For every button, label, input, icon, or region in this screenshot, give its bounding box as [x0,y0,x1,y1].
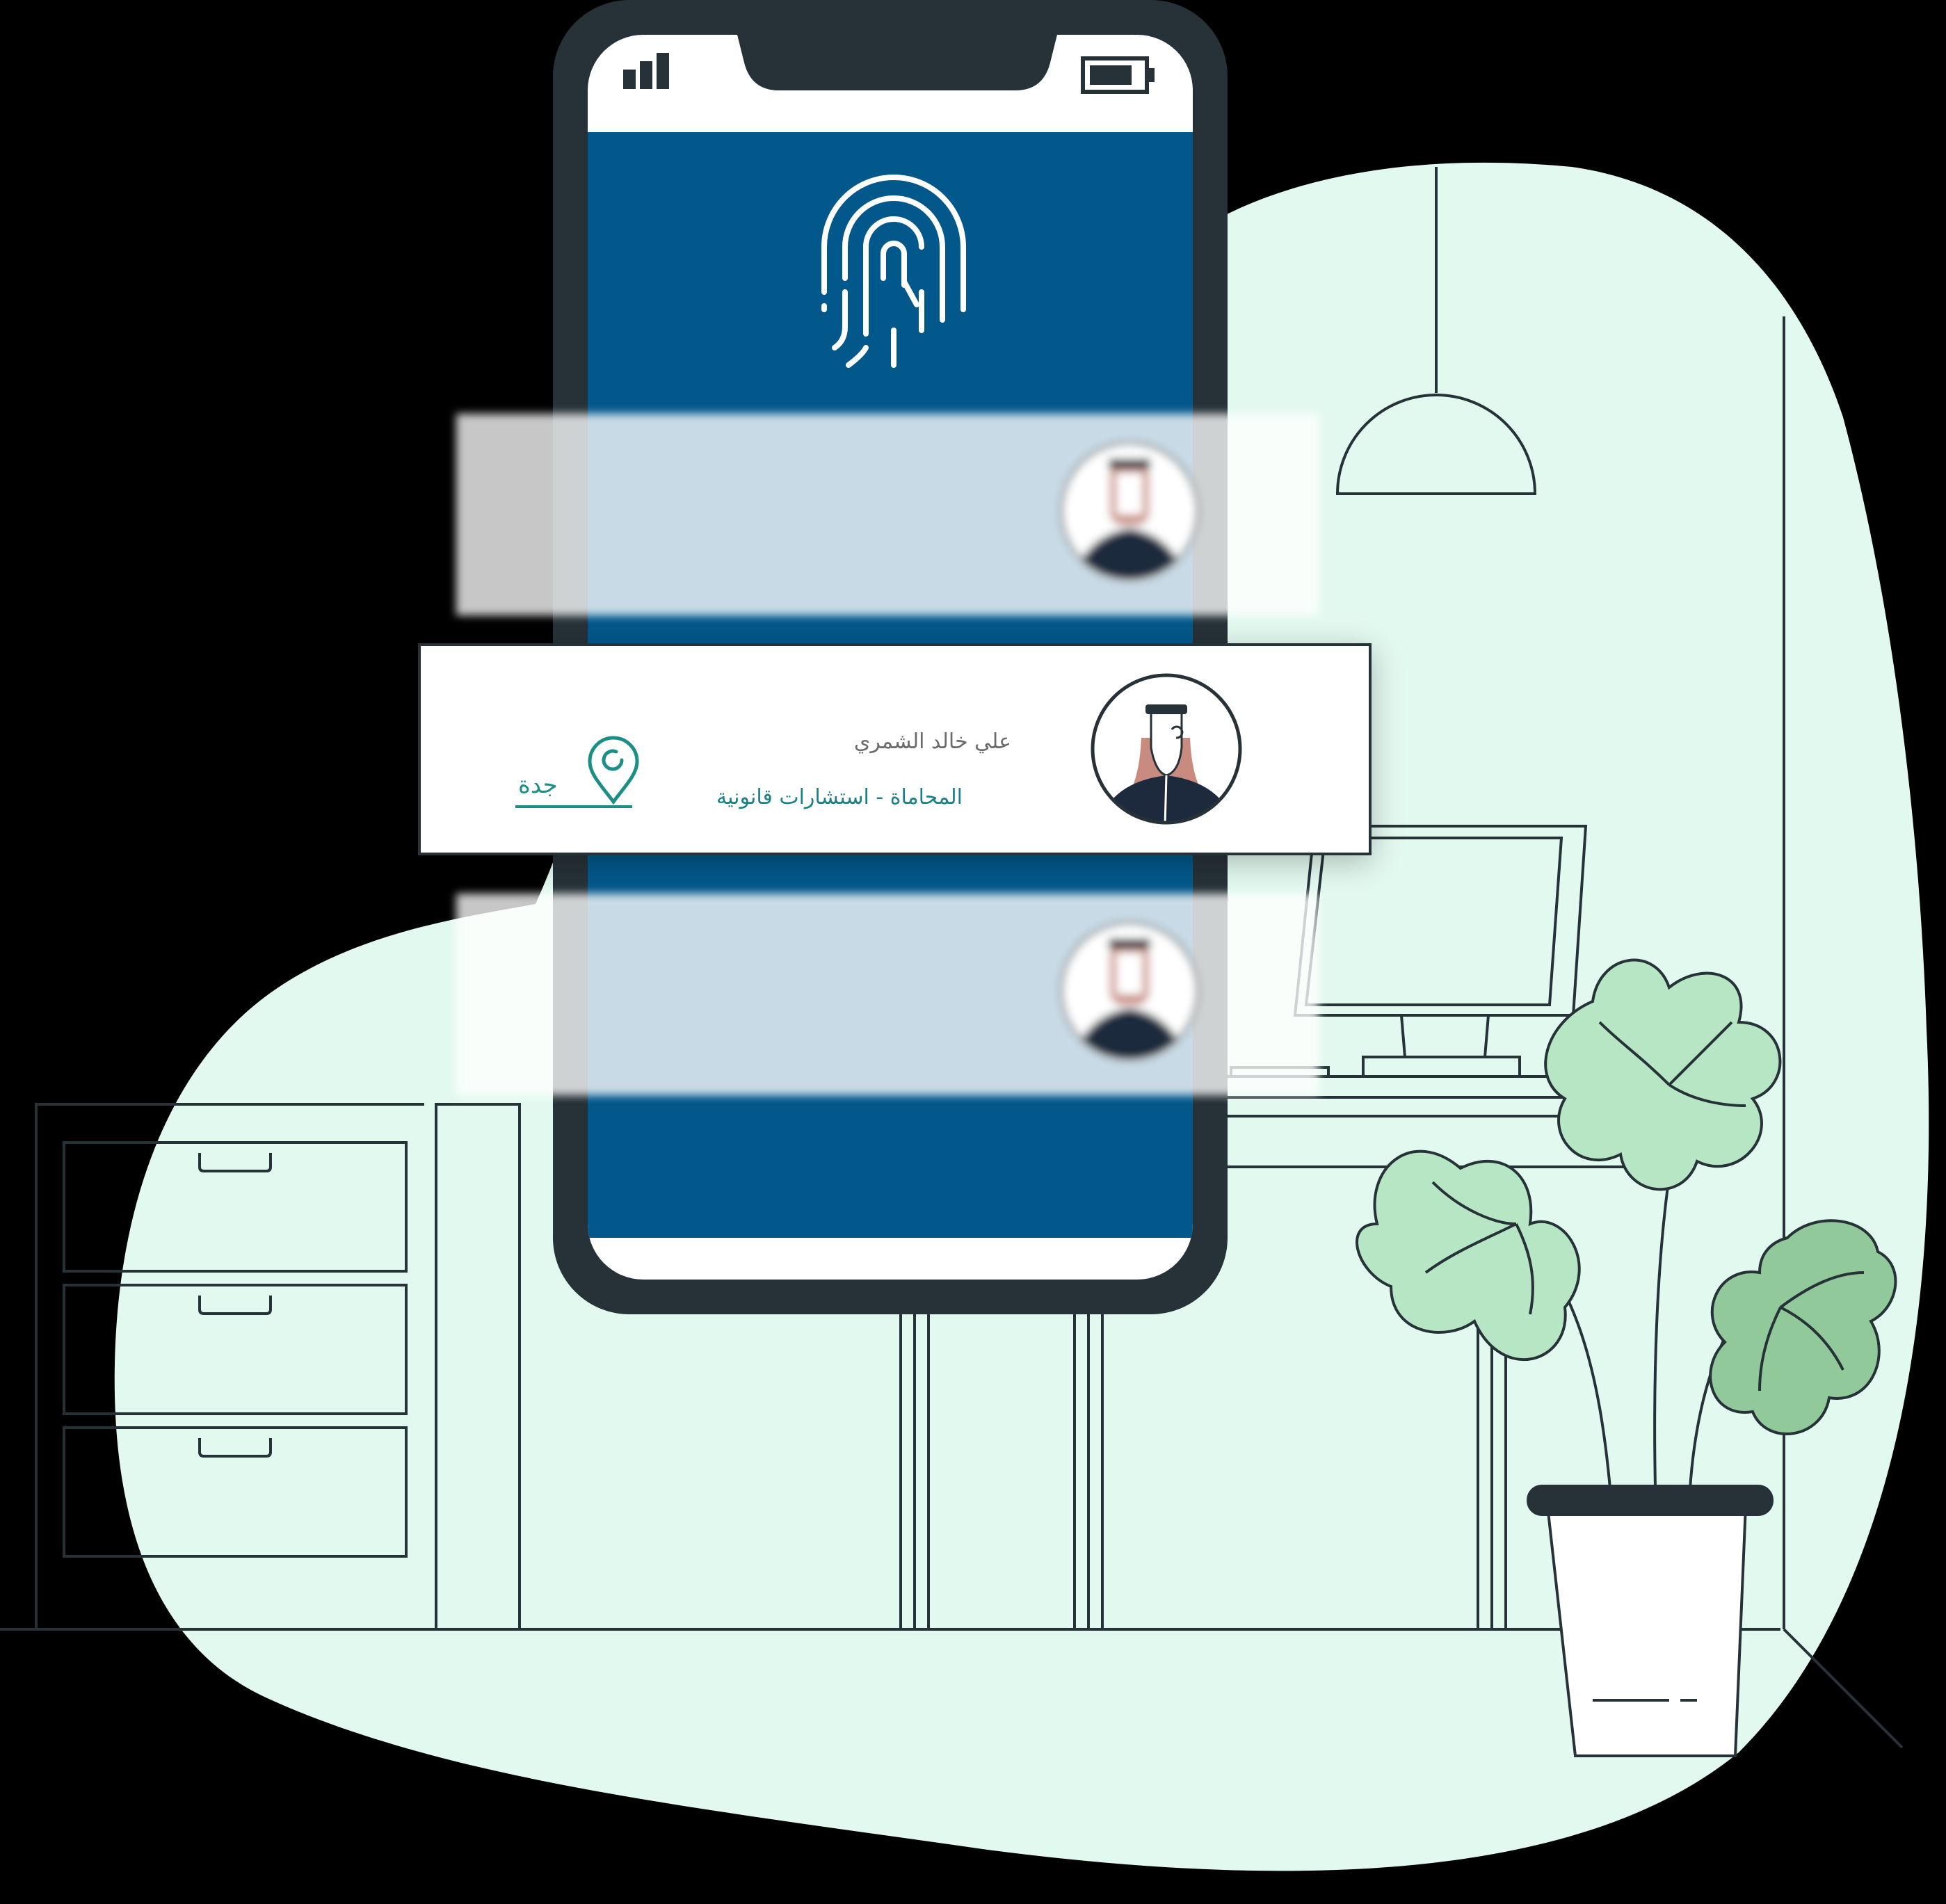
city-underline [515,805,632,808]
profile-city[interactable]: جدة [518,771,558,799]
blurred-card-bottom [456,894,1319,1095]
pot-rim [1527,1485,1774,1516]
phone-notch [737,35,1057,90]
location-pin-icon [588,736,639,805]
office-illustration [0,0,1929,1871]
profile-description: المحاماة - استشارات قانونية [716,785,963,809]
profile-card[interactable]: علي خالد الشمري المحاماة - استشارات قانو… [418,643,1372,855]
profile-name: علي خالد الشمري [853,729,1011,754]
blurred-card-top [456,414,1319,615]
avatar-man-ghutra-icon [1091,673,1242,825]
